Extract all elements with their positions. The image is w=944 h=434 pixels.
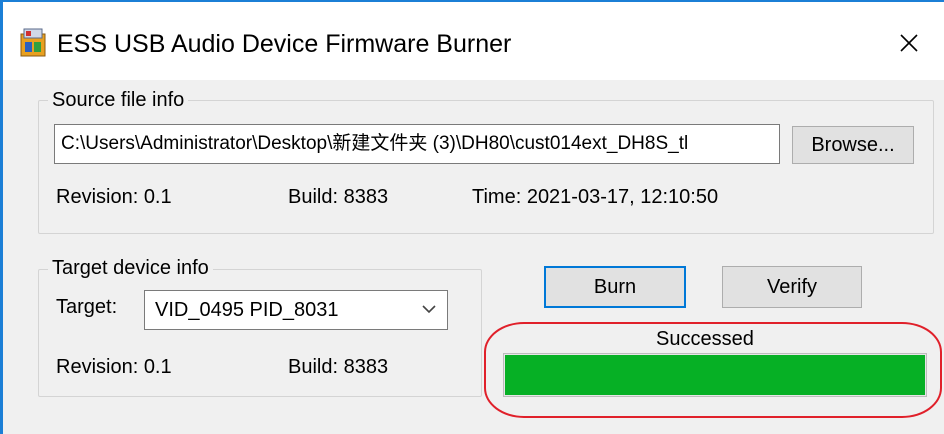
firmware-burner-app-icon <box>20 28 46 57</box>
source-path-field[interactable]: C:\Users\Administrator\Desktop\新建文件夹 (3)… <box>54 124 780 164</box>
source-build-label: Build: 8383 <box>288 186 389 208</box>
window-title: ESS USB Audio Device Firmware Burner <box>57 30 512 58</box>
title-bar[interactable]: ESS USB Audio Device Firmware Burner <box>3 2 944 80</box>
target-build-label: Build: 8383 <box>288 356 389 378</box>
close-icon <box>900 34 918 52</box>
close-button[interactable] <box>884 18 934 68</box>
target-device-group-label: Target device info <box>48 256 213 280</box>
source-file-groupbox <box>38 100 934 234</box>
target-device-selected-value: VID_0495 PID_8031 <box>155 299 339 321</box>
target-label: Target: <box>56 296 118 318</box>
source-revision-label: Revision: 0.1 <box>56 186 172 208</box>
verify-button[interactable]: Verify <box>722 266 862 308</box>
source-file-group-label: Source file info <box>48 88 189 112</box>
source-time-label: Time: 2021-03-17, 12:10:50 <box>472 186 719 208</box>
highlight-ellipse-annotation <box>484 322 942 418</box>
target-revision-label: Revision: 0.1 <box>56 356 172 378</box>
chevron-down-icon <box>422 305 436 314</box>
burn-button[interactable]: Burn <box>544 266 686 308</box>
browse-button[interactable]: Browse... <box>792 126 914 164</box>
target-device-dropdown[interactable]: VID_0495 PID_8031 <box>144 290 448 330</box>
